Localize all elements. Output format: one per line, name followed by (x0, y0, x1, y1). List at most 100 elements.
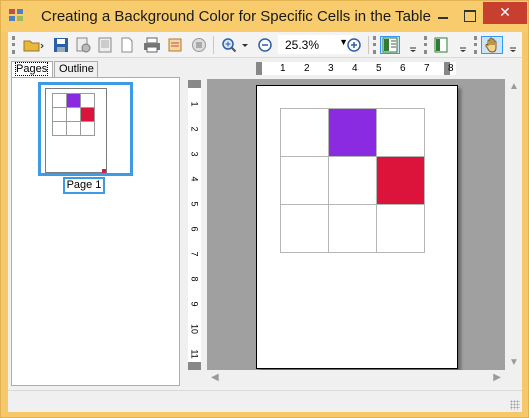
table-cell (376, 204, 425, 253)
table-cell (280, 204, 329, 253)
ruler-margin (188, 362, 201, 370)
ruler-label: 8 (448, 63, 454, 74)
bookmarks-button[interactable] (432, 36, 450, 54)
ruler-label: 3 (328, 63, 334, 74)
ruler-label: 8 (189, 276, 200, 282)
toolbar-grip[interactable] (373, 36, 376, 54)
export-icon (119, 37, 135, 53)
open-button[interactable] (21, 36, 47, 54)
toolbar: 25.3% ▼ (8, 32, 522, 58)
maximize-button[interactable] (457, 5, 481, 25)
thumbnail-page (45, 88, 107, 173)
table-row (280, 108, 425, 157)
zoom-out-icon (257, 37, 273, 53)
bookmarks-icon (433, 37, 449, 53)
page-setup-button[interactable] (74, 36, 92, 54)
zoom-in-button[interactable] (220, 36, 252, 54)
resize-grip-icon[interactable] (510, 400, 520, 410)
thumbnail-panel[interactable]: Page 1 (11, 77, 180, 386)
page-thumbnail[interactable] (38, 82, 133, 176)
scroll-up-icon[interactable]: ▲ (509, 81, 519, 92)
vertical-scrollbar[interactable]: ▲ ▼ (505, 79, 522, 370)
minimize-button[interactable] (431, 5, 455, 25)
table-row (280, 156, 425, 205)
thumbnail-cell (80, 107, 95, 122)
tab-outline[interactable]: Outline (54, 61, 98, 78)
table-row (280, 204, 425, 253)
table-cell (376, 156, 425, 205)
ruler-label: 5 (376, 63, 382, 74)
zoom-combobox[interactable]: 25.3% ▼ (278, 35, 353, 54)
print-preview-icon (97, 37, 113, 53)
thumbnail-cell (52, 107, 67, 122)
zoom-out-button[interactable] (256, 36, 274, 54)
toolbar-separator (368, 36, 369, 54)
client-area: 25.3% ▼ Pages Outline Page 1 1 2 3 4 5 6… (8, 32, 522, 412)
open-icon (23, 37, 45, 53)
vertical-ruler[interactable]: 1 2 3 4 5 6 7 8 9 10 11 (188, 80, 201, 370)
document-page (256, 85, 458, 369)
ruler-label: 6 (400, 63, 406, 74)
table-cell (328, 204, 377, 253)
thumbnail-cell (66, 107, 81, 122)
print-button[interactable] (142, 36, 162, 54)
close-button[interactable]: ✕ (483, 2, 527, 24)
ruler-label: 1 (189, 101, 200, 107)
title-bar: Creating a Background Color for Specific… (1, 1, 528, 32)
chevron-down-icon (508, 37, 518, 53)
print-icon (143, 37, 161, 53)
table-cell (328, 108, 377, 157)
zoom-in-icon (221, 37, 251, 53)
ruler-label: 11 (189, 349, 200, 359)
status-bar (8, 390, 522, 412)
thumbnail-cell (80, 93, 95, 108)
toolbar-grip[interactable] (474, 36, 477, 54)
ruler-label: 10 (189, 323, 200, 334)
hand-tool-dropdown[interactable] (506, 36, 520, 54)
scroll-down-icon[interactable]: ▼ (509, 357, 519, 368)
scroll-right-icon[interactable]: ▶ (493, 372, 501, 383)
save-icon (53, 37, 69, 53)
zoom-value: 25.3% (285, 38, 320, 52)
export-button[interactable] (118, 36, 136, 54)
thumbnail-label[interactable]: Page 1 (63, 177, 105, 194)
ruler-label: 7 (424, 63, 430, 74)
hand-tool-icon (484, 37, 500, 53)
scroll-left-icon[interactable]: ◀ (211, 372, 219, 383)
ruler-margin (188, 80, 201, 88)
thumbnail-cell (66, 93, 81, 108)
ruler-label: 3 (189, 151, 200, 157)
thumbnail-cell (80, 121, 95, 136)
ruler-margin (256, 62, 262, 75)
ruler-label: 6 (189, 226, 200, 232)
chevron-down-icon (458, 37, 468, 53)
ruler-label: 2 (189, 126, 200, 132)
horizontal-scrollbar[interactable]: ◀ ▶ (207, 370, 505, 387)
thumbnails-toggle[interactable] (380, 36, 400, 54)
bookmarks-dropdown[interactable] (456, 36, 470, 54)
zoom-plus-icon (346, 37, 362, 53)
preview-area[interactable] (207, 79, 505, 370)
table-cell (280, 156, 329, 205)
page-marker-icon (102, 169, 106, 173)
table-cell (280, 108, 329, 157)
hand-tool-toggle[interactable] (481, 36, 503, 54)
toolbar-grip[interactable] (424, 36, 427, 54)
app-window: Creating a Background Color for Specific… (0, 0, 529, 418)
stop-button[interactable] (190, 36, 208, 54)
toolbar-grip[interactable] (12, 36, 15, 54)
print-preview-button[interactable] (96, 36, 114, 54)
ruler-label: 9 (189, 301, 200, 307)
app-icon[interactable] (9, 9, 25, 23)
thumbnail-table (52, 93, 95, 136)
page-setup-icon (75, 37, 91, 53)
chevron-down-icon (408, 37, 418, 53)
horizontal-ruler[interactable]: 1 2 3 4 5 6 7 8 (256, 62, 456, 75)
thumbnails-dropdown[interactable] (406, 36, 420, 54)
save-button[interactable] (52, 36, 70, 54)
ruler-label: 2 (304, 63, 310, 74)
zoom-plus-button[interactable] (345, 36, 363, 54)
ruler-label: 7 (189, 251, 200, 257)
email-button[interactable] (166, 36, 184, 54)
ruler-label: 4 (352, 63, 358, 74)
